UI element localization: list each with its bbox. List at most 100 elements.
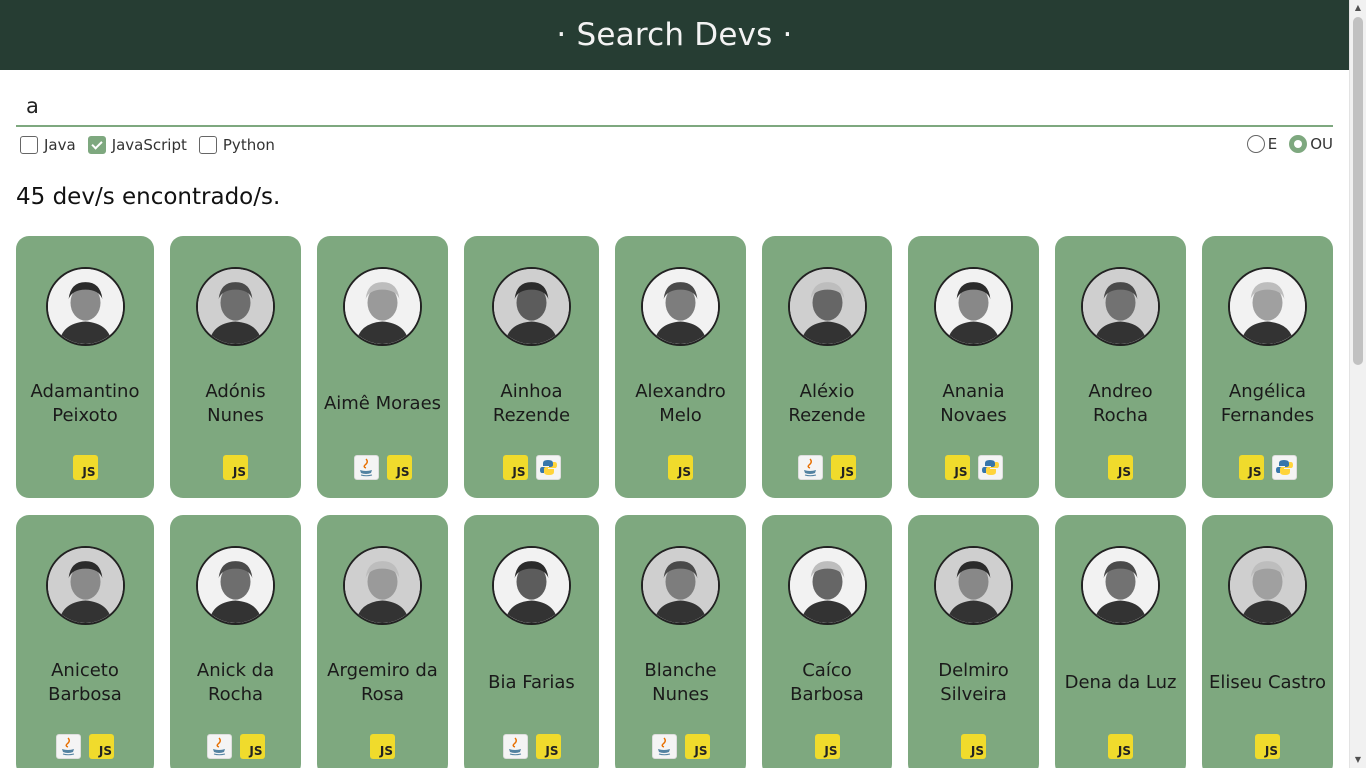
language-badges: JS <box>762 455 892 480</box>
dev-card[interactable]: Bia Farias JS <box>464 515 599 768</box>
javascript-icon: JS <box>386 455 412 480</box>
avatar-photo <box>47 269 123 344</box>
language-badges: JS <box>1055 734 1186 759</box>
java-icon <box>206 734 232 759</box>
dev-card[interactable]: Argemiro da Rosa JS <box>317 515 448 768</box>
search-input[interactable] <box>16 86 1333 125</box>
dev-card[interactable]: Adamantino Peixoto JS <box>16 236 154 498</box>
avatar <box>641 546 720 625</box>
avatar <box>196 546 275 625</box>
javascript-icon: JS <box>72 455 98 480</box>
app-header: · Search Devs · <box>0 0 1349 70</box>
dev-card[interactable]: Adónis Nunes JS <box>170 236 301 498</box>
language-badges: JS <box>1202 455 1333 480</box>
javascript-checkbox[interactable] <box>87 136 106 154</box>
javascript-icon: JS <box>831 455 856 480</box>
dev-card[interactable]: Anick da Rocha JS <box>170 515 301 768</box>
dev-card[interactable]: Delmiro Silveira JS <box>908 515 1039 768</box>
avatar-photo <box>198 548 273 623</box>
javascript-icon: JS <box>535 734 561 759</box>
scroll-up-arrow-icon[interactable]: ▲ <box>1353 3 1363 13</box>
javascript-icon: JS <box>1108 455 1133 480</box>
avatar-photo <box>1083 548 1158 623</box>
avatar <box>934 267 1013 346</box>
avatar-photo <box>1230 269 1305 344</box>
language-badges: JS <box>317 455 448 480</box>
python-checkbox[interactable] <box>198 136 217 154</box>
dev-name: Andreo Rocha <box>1088 381 1153 426</box>
dev-card[interactable]: Blanche Nunes JS <box>615 515 746 768</box>
filter-java-label: Java <box>44 136 76 154</box>
language-badges: JS <box>464 734 599 759</box>
avatar <box>1228 546 1307 625</box>
dev-name: Aniceto Barbosa <box>48 660 122 705</box>
avatar-photo <box>936 269 1011 344</box>
dev-card[interactable]: Ainhoa Rezende JS <box>464 236 599 498</box>
logic-or-radio[interactable] <box>1289 135 1308 153</box>
dev-card[interactable]: Aléxio Rezende JS <box>762 236 892 498</box>
avatar <box>1228 267 1307 346</box>
dev-card[interactable]: Alexandro Melo JS <box>615 236 746 498</box>
logic-or-option[interactable]: OU <box>1289 135 1333 153</box>
dev-name: Anania Novaes <box>940 381 1007 426</box>
avatar-photo <box>1230 548 1305 623</box>
language-badges: JS <box>1202 734 1333 759</box>
logic-and-option[interactable]: E <box>1246 135 1277 153</box>
dev-card[interactable]: Andreo Rocha JS <box>1055 236 1186 498</box>
language-badges: JS <box>908 734 1039 759</box>
dev-card[interactable]: Dena da Luz JS <box>1055 515 1186 768</box>
dev-name: Adónis Nunes <box>205 381 266 426</box>
language-badges: JS <box>464 455 599 480</box>
avatar-photo <box>936 548 1011 623</box>
java-icon <box>56 734 81 759</box>
logic-and-radio[interactable] <box>1246 135 1265 153</box>
dev-card[interactable]: Aniceto Barbosa JS <box>16 515 154 768</box>
dev-name: Ainhoa Rezende <box>492 381 571 426</box>
avatar-photo <box>198 269 273 344</box>
avatar <box>196 267 275 346</box>
java-icon <box>502 734 528 759</box>
dev-card[interactable]: Angélica Fernandes JS <box>1202 236 1333 498</box>
avatar <box>641 267 720 346</box>
dev-card[interactable]: Aimê Moraes JS <box>317 236 448 498</box>
page-scrollbar[interactable]: ▲ ▼ <box>1349 0 1366 768</box>
filter-python[interactable]: Python <box>198 136 275 154</box>
language-badges: JS <box>16 455 154 480</box>
javascript-icon: JS <box>1108 734 1133 759</box>
language-badges: JS <box>16 734 154 759</box>
javascript-icon: JS <box>684 734 710 759</box>
javascript-icon: JS <box>961 734 986 759</box>
dev-name: Dena da Luz <box>1064 672 1177 693</box>
avatar-photo <box>345 548 420 623</box>
language-filters: Java JavaScript Python <box>20 135 279 155</box>
avatar <box>1081 546 1160 625</box>
java-icon <box>353 455 379 480</box>
java-icon <box>651 734 677 759</box>
avatar-photo <box>789 548 865 623</box>
python-icon <box>1271 455 1297 480</box>
search-box <box>16 86 1333 127</box>
java-checkbox[interactable] <box>20 136 38 154</box>
dev-card[interactable]: Caíco Barbosa JS <box>762 515 892 768</box>
avatar <box>1081 267 1160 346</box>
results-count: 45 dev/s encontrado/s. <box>16 184 281 210</box>
javascript-icon: JS <box>502 455 528 480</box>
dev-name: Eliseu Castro <box>1208 672 1326 693</box>
avatar-photo <box>789 269 865 344</box>
language-badges: JS <box>170 455 301 480</box>
language-badges: JS <box>762 734 892 759</box>
language-badges: JS <box>317 734 448 759</box>
avatar <box>343 267 422 346</box>
dev-card[interactable]: Anania Novaes JS <box>908 236 1039 498</box>
filter-python-label: Python <box>222 136 275 154</box>
dev-card[interactable]: Eliseu Castro JS <box>1202 515 1333 768</box>
javascript-icon: JS <box>239 734 265 759</box>
avatar-photo <box>643 269 718 344</box>
filter-java[interactable]: Java <box>20 136 76 154</box>
scrollbar-thumb[interactable] <box>1353 17 1363 365</box>
scroll-down-arrow-icon[interactable]: ▼ <box>1353 755 1363 765</box>
filter-javascript[interactable]: JavaScript <box>87 136 187 154</box>
app-title: · Search Devs · <box>556 17 793 53</box>
dev-name: Aimê Moraes <box>323 393 442 414</box>
javascript-icon: JS <box>668 455 693 480</box>
